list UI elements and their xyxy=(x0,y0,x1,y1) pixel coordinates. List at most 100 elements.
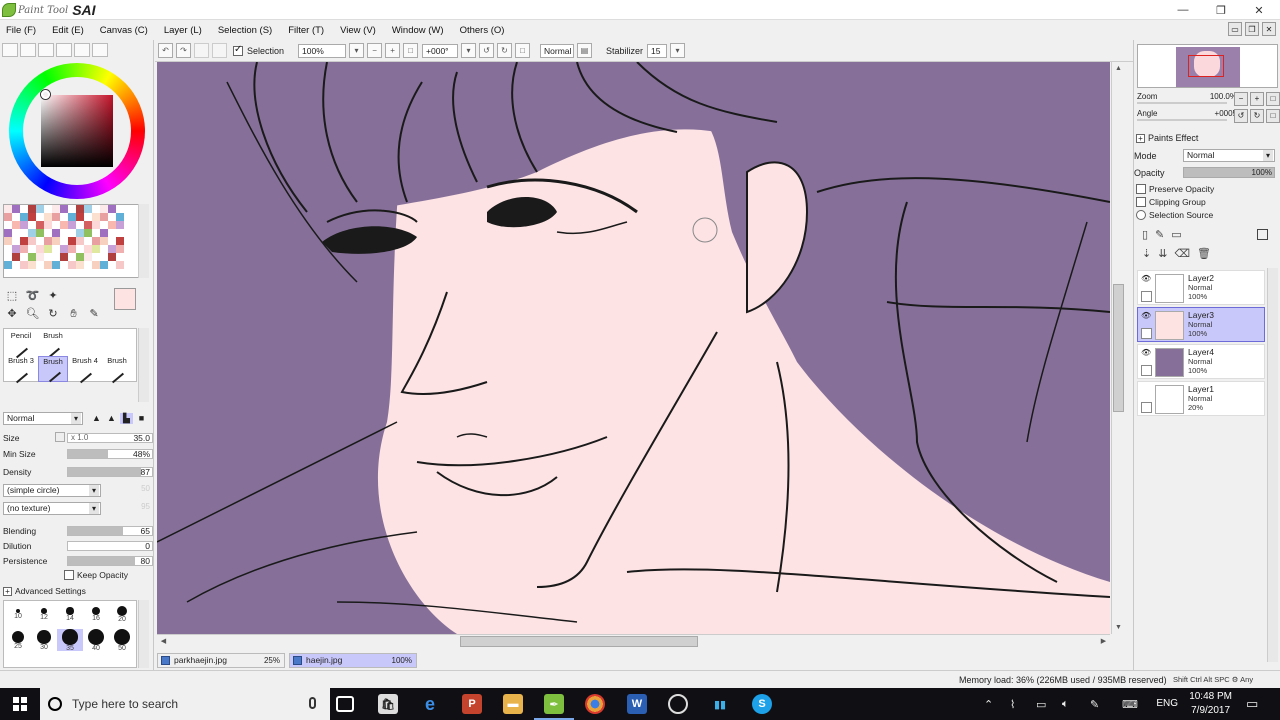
menu-file[interactable]: File (F) xyxy=(6,25,36,36)
keyboard-icon[interactable]: ⌨ xyxy=(1122,698,1138,711)
start-button[interactable] xyxy=(0,688,40,720)
layer-row[interactable]: Layer1 Normal 20% xyxy=(1137,381,1265,416)
brush-shape-dropdown[interactable]: (simple circle) xyxy=(3,484,101,497)
nav-zoom-in-button[interactable]: + xyxy=(1250,92,1264,106)
mdi-restore-button[interactable]: ❐ xyxy=(1245,22,1259,36)
pen-icon[interactable]: ✎ xyxy=(1090,698,1099,711)
square-shape-icon[interactable]: ■ xyxy=(135,413,148,424)
menu-canvas[interactable]: Canvas (C) xyxy=(100,25,148,36)
swatch-scrollbar[interactable] xyxy=(138,204,149,278)
layer-row[interactable]: 👁︎ Layer4 Normal 100% xyxy=(1137,344,1265,379)
foreground-color-swatch[interactable] xyxy=(114,288,136,310)
nav-rotate-right-button[interactable]: ↻ xyxy=(1250,109,1264,123)
brush-texture-dropdown[interactable]: (no texture) xyxy=(3,502,101,515)
taskbar-search[interactable]: Type here to search xyxy=(40,688,330,720)
mdi-close-button[interactable]: ✕ xyxy=(1262,22,1276,36)
word-icon[interactable]: W xyxy=(627,694,647,714)
rotate-left-button[interactable]: ↺ xyxy=(479,43,495,58)
undo-button[interactable]: ↶ xyxy=(158,43,173,58)
magic-wand-icon[interactable]: ✦ xyxy=(45,289,61,305)
doc-tab-haejin[interactable]: haejin.jpg 100% xyxy=(289,653,417,668)
menu-others[interactable]: Others (O) xyxy=(460,25,505,36)
size-presets-scrollbar[interactable] xyxy=(138,600,149,668)
keep-opacity-checkbox[interactable] xyxy=(64,570,74,580)
selection-source-radio[interactable] xyxy=(1136,210,1146,220)
hsv-slider-mode-button[interactable] xyxy=(38,43,54,57)
zoom-reset-button[interactable]: □ xyxy=(403,43,419,58)
stabilizer-field[interactable]: 15 xyxy=(647,43,668,58)
volume-icon[interactable]: 🔈︎ xyxy=(1062,698,1069,711)
brush-slot-pencil[interactable]: Pencil xyxy=(6,331,36,359)
zoom-field[interactable]: 100% xyxy=(298,43,347,58)
brush-size-preset[interactable]: 10 xyxy=(5,603,31,625)
rgb-slider-mode-button[interactable] xyxy=(20,43,36,57)
brush-size-preset[interactable]: 50 xyxy=(109,629,135,652)
new-folder-icon[interactable]: ▭ xyxy=(1171,228,1181,241)
language-indicator[interactable]: ENG xyxy=(1156,698,1178,709)
blend-mode-dropdown[interactable]: Normal xyxy=(3,412,83,425)
hand-icon[interactable]: ✋︎ xyxy=(66,308,82,324)
color-wheel-mode-button[interactable] xyxy=(2,43,18,57)
menu-window[interactable]: Window (W) xyxy=(392,25,444,36)
brush-slot-brush-4[interactable]: Brush 4 xyxy=(70,356,100,384)
notifications-icon[interactable]: ▭ xyxy=(1246,696,1258,712)
menu-view[interactable]: View (V) xyxy=(340,25,376,36)
redo-button[interactable]: ↷ xyxy=(176,43,191,58)
brush-slot-brush-5[interactable]: Brush xyxy=(102,356,132,384)
brush-size-preset[interactable]: 12 xyxy=(31,603,57,625)
round-shape-icon[interactable]: ▙ xyxy=(120,413,133,424)
obs-icon[interactable] xyxy=(668,694,688,714)
eye-icon[interactable]: 👁︎ xyxy=(1141,348,1152,357)
nav-angle-slider[interactable] xyxy=(1137,119,1227,121)
rotate-reset-button[interactable]: □ xyxy=(515,43,531,58)
paints-effect-toggle[interactable]: + Paints Effect xyxy=(1136,133,1198,143)
brush-slot-brush-3[interactable]: Brush 3 xyxy=(6,356,36,384)
brush-texture-value[interactable]: 95 xyxy=(106,502,150,514)
layer-lock-checkbox[interactable] xyxy=(1141,402,1152,413)
zoom-in-button[interactable]: + xyxy=(385,43,401,58)
eyedropper-icon[interactable]: ✎ xyxy=(86,307,102,323)
layer-mask-icon[interactable] xyxy=(1257,229,1268,240)
chrome-icon[interactable] xyxy=(585,694,605,714)
view-mode-field[interactable]: Normal xyxy=(540,43,575,58)
brush-size-preset[interactable]: 16 xyxy=(83,603,109,625)
delete-layer-icon[interactable]: 🗑︎ xyxy=(1197,247,1211,260)
size-slider[interactable]: x 1.0 35.0 xyxy=(67,433,153,443)
zoom-dropdown-button[interactable]: ▾ xyxy=(349,43,365,58)
brush-slot-brush-1[interactable]: Brush xyxy=(38,331,68,359)
layer-lock-checkbox[interactable] xyxy=(1141,365,1152,376)
nav-rotate-left-button[interactable]: ↺ xyxy=(1234,109,1248,123)
rect-select-icon[interactable]: ⬚ xyxy=(4,289,20,305)
layer-mode-dropdown[interactable]: Normal xyxy=(1183,149,1275,162)
scroll-down-icon[interactable]: ▼ xyxy=(1113,622,1124,633)
canvas-horizontal-scrollbar[interactable]: ◀ ▶ xyxy=(157,634,1110,648)
layer-opacity-slider[interactable]: 100% xyxy=(1183,167,1275,178)
eye-icon[interactable] xyxy=(1141,385,1152,394)
hue-marker[interactable] xyxy=(41,90,50,99)
nav-rotate-reset-button[interactable]: □ xyxy=(1266,109,1280,123)
blending-slider[interactable]: 65 xyxy=(67,526,153,536)
rotate-icon[interactable]: ↻ xyxy=(45,307,61,323)
advanced-settings-toggle[interactable]: + Advanced Settings xyxy=(3,585,86,597)
rotate-right-button[interactable]: ↻ xyxy=(497,43,513,58)
size-link-icon[interactable] xyxy=(55,432,65,442)
soft-shape-icon[interactable]: ▲ xyxy=(105,413,118,424)
brush-size-preset[interactable]: 20 xyxy=(109,603,135,625)
edge-icon[interactable]: e xyxy=(420,694,440,714)
selection-visible-checkbox[interactable] xyxy=(233,44,243,56)
menu-edit[interactable]: Edit (E) xyxy=(52,25,84,36)
mdi-minimize-button[interactable]: ▭ xyxy=(1228,22,1242,36)
new-linework-layer-icon[interactable]: ✎ xyxy=(1155,228,1164,241)
swatches-mode-button[interactable] xyxy=(74,43,90,57)
navigator-preview[interactable] xyxy=(1137,44,1278,88)
merge-down-icon[interactable]: ⇊ xyxy=(1158,247,1167,260)
zoom-out-button[interactable]: − xyxy=(367,43,383,58)
horizontal-scroll-thumb[interactable] xyxy=(460,636,698,647)
brush-shape-value[interactable]: 50 xyxy=(106,484,150,496)
brush-size-preset[interactable]: 14 xyxy=(57,603,83,625)
flip-view-button[interactable]: ▤ xyxy=(577,43,593,58)
swatch-palette[interactable] xyxy=(3,204,140,278)
doc-tab-parkhaejin[interactable]: parkhaejin.jpg 25% xyxy=(157,653,285,668)
nav-zoom-out-button[interactable]: − xyxy=(1234,92,1248,106)
layer-row[interactable]: 👁︎ Layer2 Normal 100% xyxy=(1137,270,1265,305)
